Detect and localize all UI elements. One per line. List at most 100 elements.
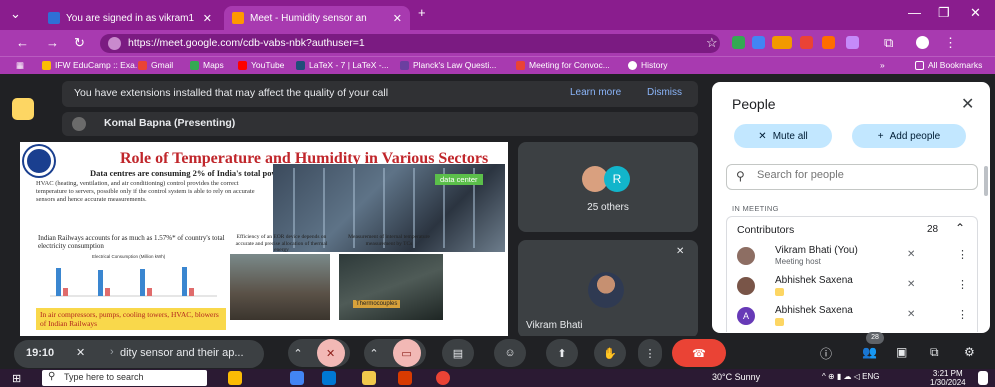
more-options-icon[interactable]: ⋮ (957, 248, 968, 261)
profile-avatar-icon[interactable] (916, 36, 929, 49)
institute-logo (24, 146, 54, 176)
camera-off-icon[interactable]: ▭ (392, 339, 421, 367)
browser-tab-signin[interactable]: You are signed in as vikram1 ✕ (40, 6, 220, 30)
bookmark-item[interactable]: Gmail (138, 60, 173, 70)
reload-icon[interactable]: ↻ (74, 35, 85, 51)
panel-scrollbar[interactable] (984, 166, 988, 196)
minimize-icon[interactable]: — (908, 5, 921, 20)
more-options-icon[interactable]: ⋮ (957, 308, 968, 321)
temperature-caption: Measurement of internal temperature meas… (348, 234, 430, 247)
extension-icon[interactable] (732, 36, 745, 49)
participant-tile-vikram[interactable]: ✕ Vikram Bhati (518, 240, 698, 338)
site-info-icon[interactable] (108, 37, 121, 50)
search-input[interactable] (757, 169, 967, 181)
hang-up-icon: ☎ (692, 347, 706, 360)
bookmark-label: IFW EduCamp :: Exa... (55, 60, 142, 70)
people-search[interactable]: ⚲ (726, 164, 978, 190)
bookmark-item[interactable]: Planck's Law Questi... (400, 60, 496, 70)
latex-icon (296, 60, 305, 70)
others-tile[interactable]: R 25 others (518, 142, 698, 232)
taskbar-app-icon[interactable] (290, 371, 304, 385)
bookmark-item[interactable]: LaTeX - 7 | LaTeX -... (296, 60, 389, 70)
mic-off-icon[interactable]: ✕ (907, 249, 915, 260)
bookmark-item[interactable]: Meeting for Convoc... (516, 60, 610, 70)
camera-button[interactable]: ⌃ ▭ (364, 339, 426, 367)
present-button[interactable]: ⬆ (546, 339, 578, 367)
extension-icon[interactable] (752, 36, 765, 49)
extension-icon[interactable] (800, 36, 813, 49)
chevron-up-icon[interactable]: ⌃ (369, 347, 378, 360)
back-icon[interactable]: ← (16, 35, 29, 50)
captions-button[interactable]: ▤ (442, 339, 474, 367)
people-icon[interactable]: 👥 (862, 345, 877, 359)
chart-bar (105, 288, 110, 296)
close-tab-icon[interactable]: ✕ (393, 12, 402, 25)
taskbar-clock[interactable]: 3:21 PM 1/30/2024 (930, 369, 966, 387)
learn-more-link[interactable]: Learn more (570, 87, 621, 98)
raise-hand-button[interactable]: ✋ (594, 339, 626, 367)
extension-icon[interactable] (846, 36, 859, 49)
tab-search-icon[interactable]: ⌄ (10, 6, 21, 22)
bookmark-item[interactable]: IFW EduCamp :: Exa... (42, 60, 142, 70)
people-panel: People ✕ ✕ Mute all + Add people ⚲ IN ME… (712, 82, 990, 333)
more-options-icon[interactable]: ⋮ (957, 278, 968, 291)
chevron-up-icon[interactable]: ⌃ (955, 221, 965, 235)
meeting-details-icon[interactable]: ⓘ (820, 345, 832, 362)
chevron-up-icon[interactable]: ⌃ (293, 347, 302, 360)
taskbar-search[interactable]: ⚲ Type here to search (42, 370, 207, 386)
mic-off-icon[interactable]: ✕ (907, 309, 915, 320)
participant-role: Meeting host (775, 257, 821, 266)
browser-tab-meet[interactable]: Meet - Humidity sensor an ✕ (224, 6, 410, 30)
participant-row[interactable]: Abhishek Saxena ✕ ⋮ (726, 272, 978, 302)
chart-bar (98, 270, 103, 296)
emoji-button[interactable]: ☺ (494, 339, 526, 367)
leave-call-button[interactable]: ☎ (672, 339, 726, 367)
chat-icon[interactable]: ▣ (896, 345, 907, 359)
mic-off-icon[interactable]: ✕ (316, 339, 345, 367)
maximize-icon[interactable]: ❐ (938, 5, 950, 21)
taskbar-app-icon[interactable] (228, 371, 242, 385)
mic-off-icon[interactable]: ✕ (907, 279, 915, 290)
add-people-button[interactable]: + Add people (852, 124, 966, 148)
close-window-icon[interactable]: ✕ (970, 5, 981, 21)
dismiss-button[interactable]: Dismiss (647, 87, 682, 98)
weather-widget[interactable]: 30°C Sunny (712, 372, 760, 382)
new-tab-icon[interactable]: + (418, 5, 426, 20)
apps-grid-icon[interactable]: ▦ (16, 60, 24, 71)
file-explorer-icon[interactable] (362, 371, 376, 385)
close-tab-icon[interactable]: ✕ (203, 12, 212, 25)
participant-row[interactable]: Vikram Bhati (You) Meeting host ✕ ⋮ (726, 242, 978, 272)
more-bookmarks-button[interactable]: » (880, 60, 885, 70)
bookmark-item[interactable]: YouTube (238, 60, 284, 70)
notifications-icon[interactable] (978, 371, 988, 385)
in-meeting-heading: IN MEETING (732, 204, 779, 213)
omnibox[interactable]: https://meet.google.com/cdb-vabs-nbk?aut… (100, 34, 720, 53)
mic-button[interactable]: ⌃ ✕ (288, 339, 350, 367)
chart-bar (63, 288, 68, 296)
more-options-button[interactable]: ⋮ (638, 339, 662, 367)
forward-icon[interactable]: → (46, 35, 59, 50)
system-tray[interactable]: ^ ⊕ ▮ ☁ ◁ ENG (822, 372, 879, 381)
thermocouple-photo (339, 254, 443, 320)
bookmark-star-icon[interactable]: ☆ (706, 35, 718, 51)
meeting-title: dity sensor and their ap... (120, 347, 244, 359)
extension-icon[interactable] (822, 36, 835, 49)
all-bookmarks-button[interactable]: All Bookmarks (915, 60, 982, 70)
chrome-icon[interactable] (436, 371, 450, 385)
mute-all-button[interactable]: ✕ Mute all (734, 124, 832, 148)
menu-kebab-icon[interactable]: ⋮ (944, 35, 957, 51)
close-panel-icon[interactable]: ✕ (961, 94, 974, 114)
extensions-puzzle-icon[interactable]: ⧉ (884, 35, 893, 51)
meeting-time: 19:10 (26, 347, 55, 359)
windows-start-icon[interactable]: ⊞ (12, 372, 21, 385)
bookmark-item[interactable]: History (628, 60, 667, 70)
extension-icon[interactable] (772, 36, 792, 49)
office-icon[interactable] (398, 371, 412, 385)
chart-title: Electrical Consumption (Million kWh) (92, 254, 166, 259)
edge-icon[interactable] (322, 371, 336, 385)
bookmark-item[interactable]: Maps (190, 60, 224, 70)
activities-icon[interactable]: ⧉ (930, 345, 939, 360)
host-controls-icon[interactable]: ⚙ (964, 345, 975, 359)
participant-row[interactable]: A Abhishek Saxena ✕ ⋮ (726, 302, 978, 332)
contributors-group-header[interactable]: Contributors 28 ⌃ (726, 216, 978, 242)
